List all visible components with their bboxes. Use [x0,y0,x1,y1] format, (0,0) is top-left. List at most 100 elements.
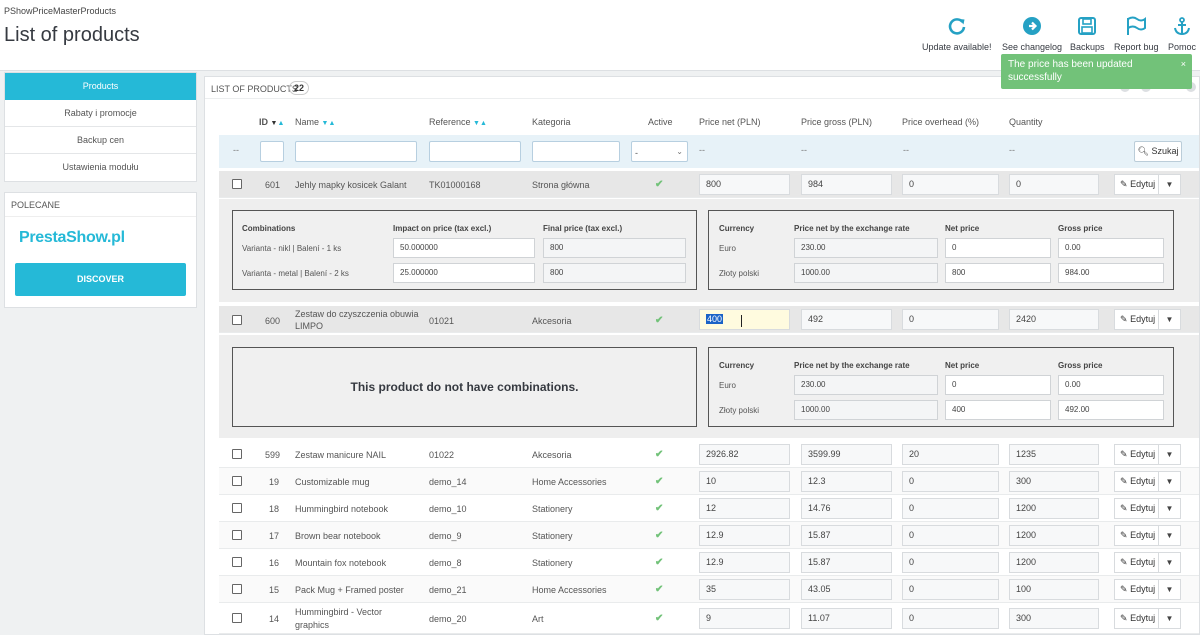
help-button[interactable]: Pomoc [1168,16,1196,52]
caret-down-icon[interactable]: ▼ [1158,553,1180,572]
price-net-input[interactable]: 800 [699,174,790,195]
table-row[interactable]: 14 Hummingbird - Vector graphics demo_20… [219,603,1199,634]
caret-down-icon[interactable]: ▼ [1158,445,1180,464]
quantity-input[interactable]: 300 [1009,471,1099,492]
caret-down-icon[interactable]: ▼ [1158,499,1180,518]
row-checkbox[interactable] [232,179,242,189]
sidebar-item-price-backup[interactable]: Backup cen [5,127,196,154]
edit-button[interactable]: ✎ Edytuj ▼ [1114,498,1181,519]
backups-button[interactable]: Backups [1070,16,1105,52]
active-check-icon[interactable]: ✔ [655,557,663,568]
caret-down-icon[interactable]: ▼ [1158,609,1180,628]
edit-button[interactable]: ✎ Edytuj ▼ [1114,471,1181,492]
edit-button[interactable]: ✎ Edytuj ▼ [1114,309,1181,330]
table-row[interactable]: 601 Jehly mapky kosicek Galant TK0100016… [219,171,1199,198]
quantity-input[interactable]: 2420 [1009,309,1099,330]
quantity-input[interactable]: 0 [1009,174,1099,195]
edit-button[interactable]: ✎ Edytuj ▼ [1114,552,1181,573]
net-price-input[interactable]: 0 [945,375,1051,395]
quantity-input[interactable]: 1200 [1009,498,1099,519]
column-header-name[interactable]: Name ▼▲ [295,117,335,127]
sidebar-item-products[interactable]: Products [5,73,196,100]
price-net-input[interactable]: 12 [699,498,790,519]
caret-down-icon[interactable]: ▼ [1158,580,1180,599]
caret-down-icon[interactable]: ▼ [1158,310,1180,329]
quantity-input[interactable]: 300 [1009,608,1099,629]
row-checkbox[interactable] [232,530,242,540]
price-net-input[interactable]: 12.9 [699,552,790,573]
price-overhead-input[interactable]: 0 [902,309,999,330]
price-overhead-input[interactable]: 0 [902,525,999,546]
price-gross-input[interactable]: 492 [801,309,892,330]
filter-name-input[interactable] [295,141,417,162]
price-overhead-input[interactable]: 0 [902,552,999,573]
quantity-input[interactable]: 1200 [1009,552,1099,573]
active-check-icon[interactable]: ✔ [655,449,663,460]
filter-category-input[interactable] [532,141,620,162]
filter-id-input[interactable] [260,141,284,162]
report-bug-button[interactable]: Report bug [1114,16,1159,52]
sidebar-item-module-settings[interactable]: Ustawienia modułu [5,154,196,181]
gross-price-input[interactable]: 0.00 [1058,375,1164,395]
quantity-input[interactable]: 100 [1009,579,1099,600]
row-checkbox[interactable] [232,449,242,459]
edit-button[interactable]: ✎ Edytuj ▼ [1114,444,1181,465]
impact-input[interactable]: 25.000000 [393,263,535,283]
price-net-input[interactable]: 10 [699,471,790,492]
caret-down-icon[interactable]: ▼ [1158,472,1180,491]
net-price-input[interactable]: 400 [945,400,1051,420]
sidebar-item-discounts[interactable]: Rabaty i promocje [5,100,196,127]
active-check-icon[interactable]: ✔ [655,179,663,190]
update-available-button[interactable]: Update available! [922,16,992,52]
table-row[interactable]: 599 Zestaw manicure NAIL 01022 Akcesoria… [219,441,1199,468]
caret-down-icon[interactable]: ▼ [1158,526,1180,545]
price-net-input[interactable]: 12.9 [699,525,790,546]
price-gross-input[interactable]: 11.07 [801,608,892,629]
table-row[interactable]: 18 Hummingbird notebook demo_10 Statione… [219,495,1199,522]
price-gross-input[interactable]: 15.87 [801,525,892,546]
gross-price-input[interactable]: 984.00 [1058,263,1164,283]
filter-reference-input[interactable] [429,141,521,162]
net-price-input[interactable]: 800 [945,263,1051,283]
column-header-id[interactable]: ID ▼▲ [259,117,284,127]
edit-button[interactable]: ✎ Edytuj ▼ [1114,174,1181,195]
discover-button[interactable]: DISCOVER [15,263,186,296]
impact-input[interactable]: 50.000000 [393,238,535,258]
price-gross-input[interactable]: 984 [801,174,892,195]
price-net-input[interactable]: 35 [699,579,790,600]
price-overhead-input[interactable]: 0 [902,579,999,600]
edit-button[interactable]: ✎ Edytuj ▼ [1114,525,1181,546]
price-net-input[interactable]: 9 [699,608,790,629]
row-checkbox[interactable] [232,557,242,567]
active-check-icon[interactable]: ✔ [655,613,663,624]
price-gross-input[interactable]: 43.05 [801,579,892,600]
close-icon[interactable]: × [1181,58,1186,71]
price-gross-input[interactable]: 14.76 [801,498,892,519]
price-net-input[interactable]: 2926.82 [699,444,790,465]
price-overhead-input[interactable]: 0 [902,174,999,195]
price-overhead-input[interactable]: 0 [902,498,999,519]
row-checkbox[interactable] [232,503,242,513]
edit-button[interactable]: ✎ Edytuj ▼ [1114,579,1181,600]
active-check-icon[interactable]: ✔ [655,315,663,326]
active-check-icon[interactable]: ✔ [655,530,663,541]
quantity-input[interactable]: 1235 [1009,444,1099,465]
table-row[interactable]: 15 Pack Mug + Framed poster demo_21 Home… [219,576,1199,603]
gross-price-input[interactable]: 0.00 [1058,238,1164,258]
filter-active-select[interactable]: - ⌄ [631,141,688,162]
price-gross-input[interactable]: 3599.99 [801,444,892,465]
see-changelog-button[interactable]: See changelog [1002,16,1062,52]
price-overhead-input[interactable]: 20 [902,444,999,465]
edit-button[interactable]: ✎ Edytuj ▼ [1114,608,1181,629]
table-row[interactable]: 600 Zestaw do czyszczenia obuwia LIMPO 0… [219,306,1199,333]
active-check-icon[interactable]: ✔ [655,476,663,487]
active-check-icon[interactable]: ✔ [655,584,663,595]
row-checkbox[interactable] [232,584,242,594]
column-header-reference[interactable]: Reference ▼▲ [429,117,487,127]
price-gross-input[interactable]: 12.3 [801,471,892,492]
price-overhead-input[interactable]: 0 [902,471,999,492]
row-checkbox[interactable] [232,476,242,486]
row-checkbox[interactable] [232,613,242,623]
price-overhead-input[interactable]: 0 [902,608,999,629]
search-button[interactable]: 🔍︎ Szukaj [1134,141,1182,162]
